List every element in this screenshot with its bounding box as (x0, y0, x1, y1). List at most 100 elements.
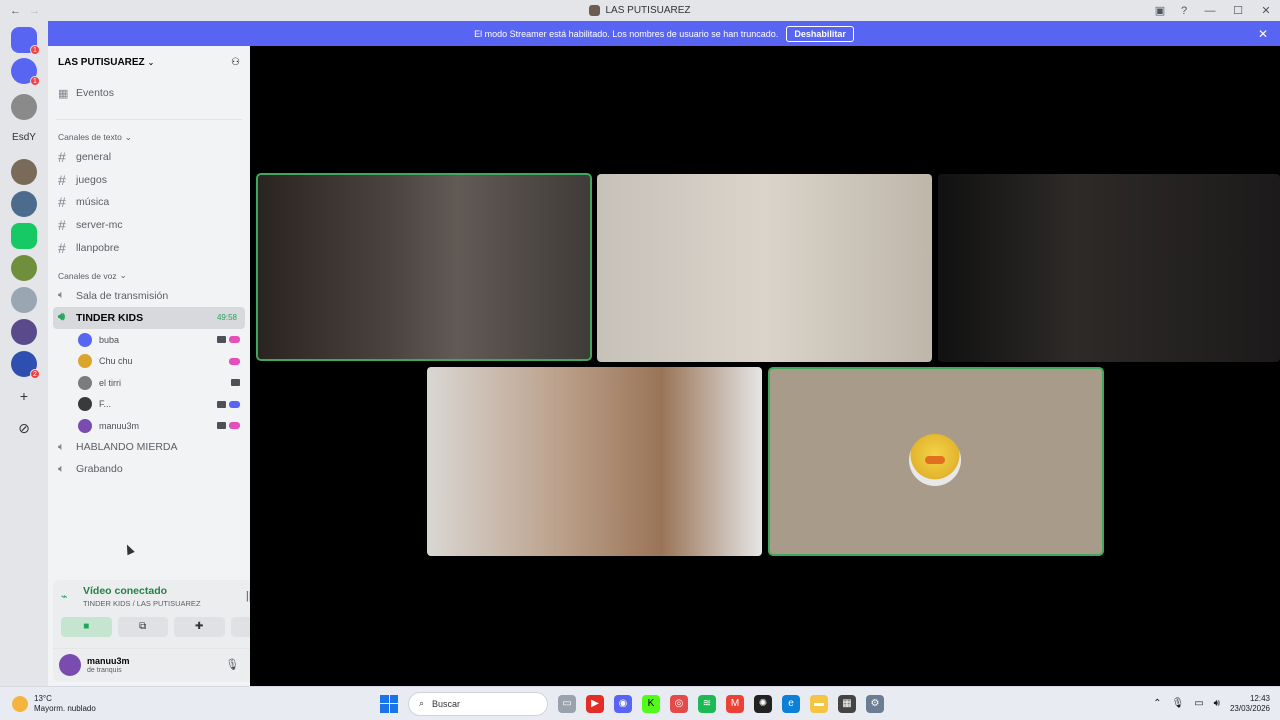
voice-user[interactable]: Chu chu (48, 350, 250, 372)
gmail-icon[interactable]: M (726, 694, 744, 713)
video-tile-avatar[interactable] (768, 367, 1104, 556)
avatar[interactable] (59, 653, 81, 676)
avatar (78, 397, 92, 412)
file-explorer-icon[interactable]: ▬ (810, 694, 828, 713)
microphone-icon[interactable]: 🎙︎ (1171, 698, 1184, 709)
discover-icon[interactable]: ⊘ (11, 415, 37, 441)
invite-icon[interactable]: ⚇ (231, 57, 240, 68)
camera-icon (217, 336, 226, 344)
speaker-icon: 🔈︎ (58, 462, 65, 475)
network-icon[interactable]: ▭ (1194, 698, 1203, 709)
voice-channel-hablando[interactable]: 🔈︎ HABLANDO MIERDA (48, 436, 250, 458)
server-icon[interactable] (11, 159, 37, 185)
server-icon[interactable]: 1 (11, 58, 40, 86)
activities-button[interactable]: ✚ (174, 617, 225, 637)
voice-user[interactable]: F... (48, 393, 250, 415)
voice-channel-active[interactable]: 🔊︎ TINDER KIDS 49:58 (53, 306, 245, 329)
settings-icon[interactable]: ⚙ (866, 694, 884, 713)
kick-icon[interactable]: K (642, 694, 660, 713)
avatar (78, 354, 92, 369)
store-icon[interactable]: ▦ (838, 694, 856, 713)
channel-sidebar: LAS PUTISUAREZ ⌄ ⚇ ▦ Eventos Canales de t… (48, 46, 289, 686)
video-tile[interactable] (597, 174, 932, 362)
edge-icon[interactable]: e (782, 694, 800, 713)
video-tile[interactable] (256, 173, 592, 361)
back-icon[interactable]: ← (10, 5, 21, 17)
speaker-icon: 🔈︎ (58, 289, 65, 302)
current-username: manuu3m (87, 655, 130, 666)
weather-temp: 13°C (34, 693, 52, 703)
channel-llanpobre[interactable]: # llanpobre (48, 236, 250, 259)
voice-category[interactable]: Canales de voz ⌄ (48, 267, 250, 285)
inbox-icon[interactable]: ▣ (1148, 4, 1172, 17)
microphone-icon[interactable]: 🎙︎ (225, 658, 239, 671)
channel-general[interactable]: # general (48, 146, 250, 169)
start-button[interactable] (380, 694, 398, 713)
camera-button[interactable]: ■ (61, 617, 112, 637)
taskbar: 13°C Mayorm. nublado ⌕ Buscar ▭ ▶ ◉ K ◎ ≋… (0, 686, 1280, 720)
screen-share-button[interactable]: ⧉ (117, 617, 168, 637)
video-tile[interactable] (427, 367, 762, 556)
activity-icon (229, 336, 240, 344)
server-esdy[interactable]: EsdY (11, 125, 37, 151)
channel-musica[interactable]: # música (48, 191, 250, 214)
voice-user[interactable]: manuu3m (48, 415, 250, 437)
disable-streamer-button[interactable]: Deshabilitar (786, 25, 854, 42)
voice-channel-broadcast[interactable]: 🔈︎ Sala de transmisión (48, 285, 250, 307)
activity-icon (229, 357, 240, 365)
server-icon[interactable] (11, 319, 37, 345)
avatar (909, 434, 961, 486)
server-icon[interactable] (11, 287, 37, 313)
hash-icon: # (58, 171, 66, 188)
server-rail: 1 1 EsdY 2 + ⊘ (0, 21, 48, 686)
voice-status[interactable]: Vídeo conectado (83, 585, 201, 597)
server-icon[interactable] (11, 94, 37, 120)
weather-desc: Mayorm. nublado (34, 703, 96, 713)
activity-icon (229, 422, 240, 430)
server-icon[interactable] (11, 255, 37, 281)
channel-juegos[interactable]: # juegos (48, 169, 250, 192)
chevron-down-icon: ⌄ (119, 270, 127, 281)
chatgpt-icon[interactable]: ✺ (754, 694, 772, 713)
server-icon[interactable] (11, 191, 37, 217)
add-server-icon[interactable]: + (11, 383, 37, 409)
media-app-icon[interactable]: ▶ (586, 694, 604, 713)
window-title: LAS PUTISUAREZ (605, 5, 691, 16)
server-icon[interactable]: 2 (11, 351, 40, 379)
guild-header[interactable]: LAS PUTISUAREZ ⌄ ⚇ (48, 46, 250, 78)
signal-icon[interactable]: ⌁ (61, 590, 75, 603)
video-tile[interactable] (938, 174, 1280, 362)
task-view-icon[interactable]: ▭ (558, 694, 576, 713)
text-category[interactable]: Canales de texto ⌄ (48, 128, 250, 146)
discord-home-icon[interactable]: 1 (11, 27, 40, 55)
spotify-icon[interactable]: ≋ (698, 694, 716, 713)
discord-icon[interactable]: ◉ (614, 694, 632, 713)
guild-name: LAS PUTISUAREZ (58, 56, 145, 68)
server-icon[interactable] (11, 223, 37, 249)
avatar (78, 418, 92, 433)
chevron-up-icon[interactable]: ⌃ (1153, 698, 1161, 709)
search-box[interactable]: ⌕ Buscar (408, 691, 548, 716)
forward-icon[interactable]: → (29, 5, 40, 17)
weather-widget[interactable]: 13°C Mayorm. nublado (12, 694, 96, 714)
voice-channel-grabando[interactable]: 🔈︎ Grabando (48, 458, 250, 480)
close-window-button[interactable]: ✕ (1252, 4, 1280, 17)
events-item[interactable]: ▦ Eventos (48, 82, 250, 104)
avatar (78, 332, 92, 347)
voice-user[interactable]: buba (48, 329, 250, 351)
volume-icon[interactable]: 🔊︎ (1214, 698, 1220, 709)
banner-message: El modo Streamer está habilitado. Los no… (474, 28, 779, 39)
window-titlebar: ← → LAS PUTISUAREZ ▣ ? — ☐ ✕ (0, 0, 1280, 21)
app-icon[interactable]: ◎ (670, 694, 688, 713)
maximize-button[interactable]: ☐ (1224, 4, 1252, 17)
channel-server-mc[interactable]: # server-mc (48, 214, 250, 237)
minimize-button[interactable]: — (1196, 5, 1224, 17)
camera-icon (217, 422, 226, 430)
voice-user[interactable]: el tirri (48, 372, 250, 394)
close-icon[interactable]: ✕ (1258, 27, 1268, 41)
voice-location[interactable]: TINDER KIDS / LAS PUTISUAREZ (83, 599, 201, 608)
clock[interactable]: 12:43 23/03/2026 (1230, 694, 1270, 714)
chevron-down-icon: ⌄ (147, 57, 155, 67)
notification-badge: 2 (30, 369, 40, 379)
help-icon[interactable]: ? (1172, 5, 1196, 17)
